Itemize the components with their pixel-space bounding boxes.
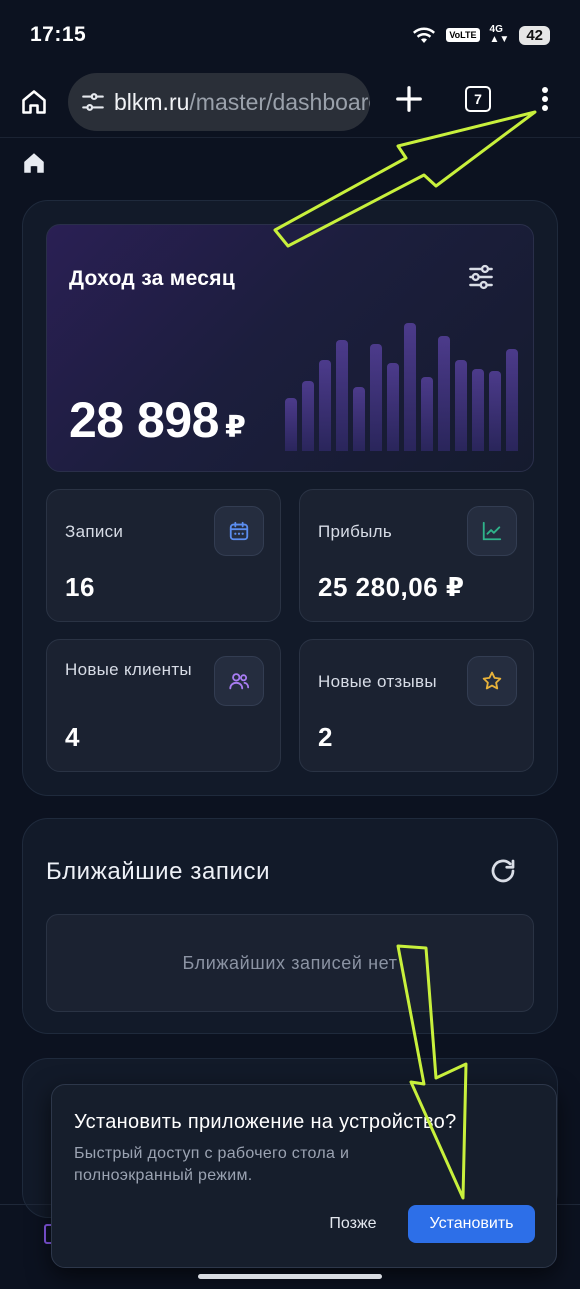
- stat-card-new-clients[interactable]: Новые клиенты 4: [46, 639, 281, 772]
- stat-card-appointments[interactable]: Записи 16: [46, 489, 281, 622]
- income-bar: [319, 360, 331, 451]
- url-path: /master/dashboard: [189, 88, 370, 115]
- income-bar: [404, 323, 416, 451]
- stat-card-new-reviews[interactable]: Новые отзывы 2: [299, 639, 534, 772]
- address-bar[interactable]: blkm.ru/master/dashboard: [68, 73, 370, 131]
- income-bar: [387, 363, 399, 451]
- income-currency: ₽: [224, 411, 246, 444]
- install-button[interactable]: Установить: [408, 1205, 535, 1243]
- refresh-icon[interactable]: [488, 856, 518, 886]
- income-bar: [353, 387, 365, 451]
- income-bar: [302, 381, 314, 451]
- url-text: blkm.ru/master/dashboard: [114, 89, 370, 116]
- status-icons: VoLTE 4G ▲▼ 42: [412, 25, 550, 45]
- install-dialog-text: Быстрый доступ с рабочего стола и полноэ…: [74, 1145, 350, 1184]
- install-dialog-title: Установить приложение на устройство?: [74, 1111, 457, 1133]
- stat-value: 4: [65, 722, 80, 752]
- trending-up-icon: [482, 521, 502, 541]
- home-icon: [22, 90, 46, 114]
- income-bar: [438, 336, 450, 451]
- income-bar: [370, 344, 382, 451]
- tune-icon[interactable]: [80, 89, 106, 115]
- tab-switcher-button[interactable]: 7: [465, 86, 491, 112]
- stat-icon-box: [467, 656, 517, 706]
- upcoming-empty-state: Ближайших записей нет: [46, 914, 534, 1012]
- battery-indicator: 42: [519, 25, 550, 45]
- calendar-icon: [229, 521, 249, 541]
- stat-label: Новые клиенты: [65, 660, 192, 679]
- gesture-bar[interactable]: [198, 1274, 382, 1279]
- later-button[interactable]: Позже: [318, 1205, 388, 1243]
- income-bar: [489, 371, 501, 451]
- clock: 17:15: [30, 23, 87, 46]
- stat-value: 16: [65, 572, 95, 602]
- users-icon: [229, 673, 250, 690]
- stat-label: Записи: [65, 522, 124, 541]
- income-bar: [472, 369, 484, 451]
- filter-sliders-icon[interactable]: [465, 261, 497, 293]
- stat-label: Новые отзывы: [318, 672, 437, 691]
- network-indicator: 4G ▲▼: [489, 24, 510, 45]
- income-bar: [506, 349, 518, 451]
- income-value: 28 898 ₽: [69, 391, 246, 449]
- upcoming-title: Ближайшие записи: [46, 858, 271, 885]
- income-sparkline: [285, 305, 523, 451]
- volte-badge: VoLTE: [446, 28, 480, 42]
- url-host: blkm.ru: [114, 88, 190, 115]
- browser-toolbar: blkm.ru/master/dashboard 7: [0, 70, 580, 138]
- stat-card-profit[interactable]: Прибыль 25 280,06 ₽: [299, 489, 534, 622]
- income-bar: [455, 360, 467, 451]
- stat-icon-box: [214, 656, 264, 706]
- income-bar: [285, 398, 297, 451]
- income-title: Доход за месяц: [69, 267, 236, 290]
- status-bar: 17:15 VoLTE 4G ▲▼ 42: [0, 0, 580, 70]
- income-bar: [336, 340, 348, 451]
- stat-icon-box: [214, 506, 264, 556]
- star-icon: [482, 671, 502, 690]
- more-vert-icon[interactable]: [537, 84, 553, 114]
- monthly-income-card[interactable]: Доход за месяц 28 898 ₽: [46, 224, 534, 472]
- install-app-dialog: Установить приложение на устройство? Быс…: [51, 1084, 557, 1268]
- wifi-icon: [413, 27, 436, 43]
- stat-value: 25 280,06 ₽: [318, 572, 465, 602]
- stat-value: 2: [318, 722, 333, 752]
- income-amount: 28 898: [69, 392, 219, 448]
- plus-icon[interactable]: [394, 84, 424, 114]
- stat-icon-box: [467, 506, 517, 556]
- stat-label: Прибыль: [318, 522, 393, 541]
- browser-home-button[interactable]: [18, 86, 50, 118]
- income-bar: [421, 377, 433, 451]
- breadcrumb-home-icon[interactable]: [21, 150, 47, 176]
